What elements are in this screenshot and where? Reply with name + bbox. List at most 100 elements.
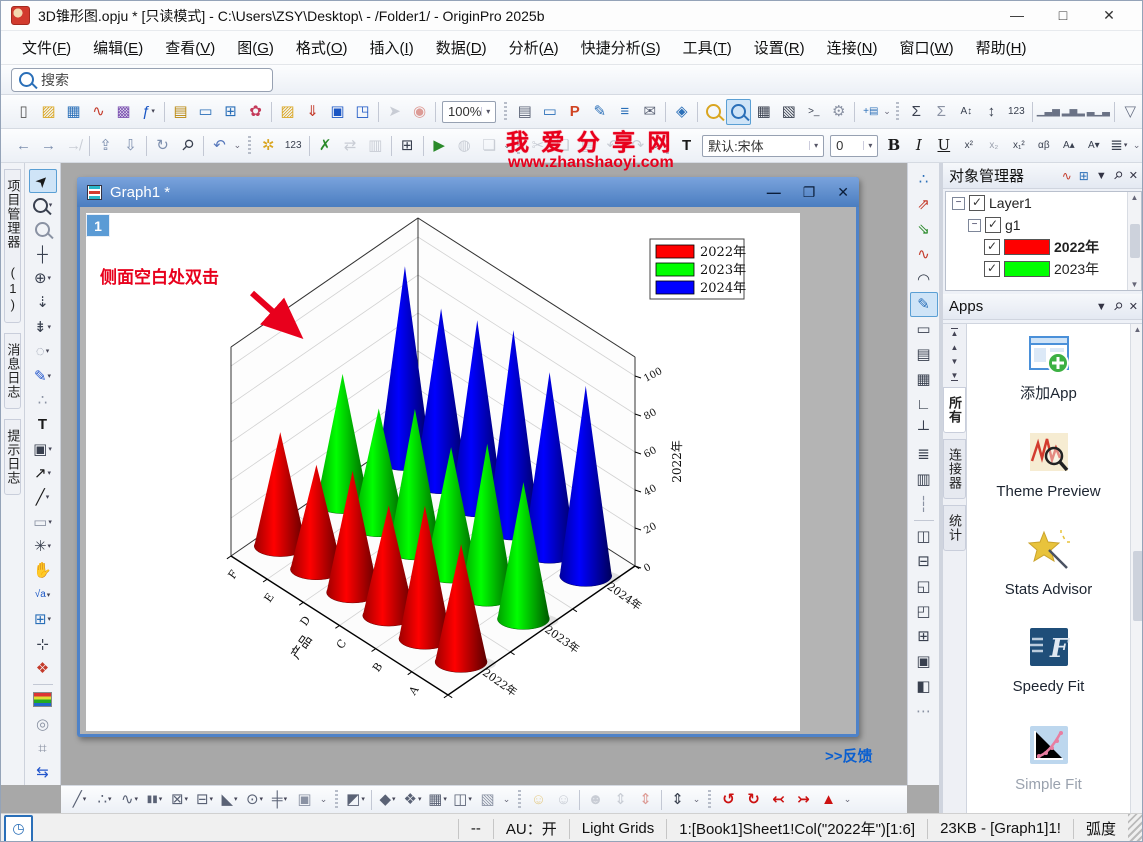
app-item-theme-preview[interactable]: Theme Preview bbox=[979, 430, 1119, 502]
menu-t[interactable]: 工具(T) bbox=[672, 32, 743, 63]
3d-cone-chart[interactable]: ABCDEF产品2022年2023年2024年0204060801002022年… bbox=[86, 213, 800, 731]
rotate-cw-button[interactable]: ↻ bbox=[741, 787, 766, 813]
polar-plot-button[interactable]: ⊙▾ bbox=[242, 787, 267, 813]
resize-grip[interactable] bbox=[1128, 814, 1142, 842]
insert-object-tool[interactable]: ❖ bbox=[29, 656, 57, 680]
new-graph-button[interactable]: ∿ bbox=[86, 99, 111, 125]
chevron-down-icon[interactable]: ▾ bbox=[863, 141, 872, 150]
scroll-down-icon[interactable]: ▼ bbox=[1131, 280, 1139, 289]
chevron-down-icon[interactable]: ▾ bbox=[418, 796, 422, 803]
send-email-button[interactable]: ✉ bbox=[637, 99, 662, 125]
data-filter-button[interactable]: ▽ bbox=[1118, 99, 1143, 125]
data-selector-tool[interactable]: ⇟▾ bbox=[29, 315, 57, 339]
chevron-down-icon[interactable]: ▾ bbox=[135, 796, 139, 803]
draw-curve-button[interactable]: ✎ bbox=[910, 292, 938, 317]
panel-grid-button[interactable]: ▦ bbox=[910, 367, 938, 392]
toolbar-grip[interactable] bbox=[708, 790, 711, 810]
object-manager-scrollbar[interactable]: ▲ ▼ bbox=[1127, 192, 1141, 290]
standard-overflow-icon[interactable]: ⌄ bbox=[883, 106, 891, 117]
set-column-values-button[interactable]: 123 bbox=[1004, 99, 1029, 125]
prev-tab-icon[interactable]: ▲ bbox=[951, 343, 959, 352]
add-layer-icon[interactable]: ⊞ bbox=[1079, 169, 1089, 183]
layer-grid-button[interactable]: ▤ bbox=[910, 342, 938, 367]
line-tool[interactable]: ╱▾ bbox=[29, 486, 57, 510]
new-project-button[interactable]: ▯ bbox=[11, 99, 36, 125]
history-search-icon[interactable]: ◷ bbox=[4, 815, 33, 842]
graph-close-button[interactable]: ✕ bbox=[837, 184, 849, 201]
dock-tab-2[interactable]: 提示日志 bbox=[4, 419, 22, 495]
minimize-button[interactable]: — bbox=[994, 7, 1040, 24]
sort-worksheet-button[interactable]: ↕ bbox=[979, 99, 1004, 125]
axis-scale-button[interactable]: ∟ bbox=[910, 392, 938, 417]
close-button[interactable]: ✕ bbox=[1086, 7, 1132, 24]
box-plot-button[interactable]: ⊟▾ bbox=[192, 787, 217, 813]
scroll-thumb[interactable] bbox=[1130, 224, 1140, 258]
multi-panel-plot-button[interactable]: ⊠▾ bbox=[167, 787, 192, 813]
merge-layers-button[interactable]: ⊟ bbox=[910, 549, 938, 574]
save-project-button[interactable]: ▣ bbox=[325, 99, 350, 125]
data-reader-tool[interactable]: ⊕▾ bbox=[29, 266, 57, 290]
apps-pin-icon[interactable]: ⚲ bbox=[1110, 299, 1125, 314]
layer-properties-button[interactable]: ◧ bbox=[910, 674, 938, 699]
chevron-down-icon[interactable]: ▾ bbox=[108, 796, 112, 803]
menu-a[interactable]: 分析(A) bbox=[498, 32, 570, 63]
menu-s[interactable]: 快捷分析(S) bbox=[570, 32, 672, 63]
statistics-on-columns-button[interactable]: Σ bbox=[904, 99, 929, 125]
script-window-button[interactable]: >_ bbox=[801, 99, 826, 125]
apps-tab-所有[interactable]: 所有 bbox=[943, 387, 966, 433]
extract-layers-button[interactable]: ◱ bbox=[910, 574, 938, 599]
tree-row-Layer1[interactable]: −✓Layer1 bbox=[946, 192, 1141, 214]
scatter-plot-button[interactable]: ∴▾ bbox=[92, 787, 117, 813]
move-data-points-button[interactable]: ⇕ bbox=[608, 787, 633, 813]
zoom-level-select[interactable]: 100%▾ bbox=[442, 101, 496, 123]
tree-row-2022年[interactable]: ✓2022年 bbox=[946, 236, 1141, 258]
rescale-tool[interactable]: ⊹ bbox=[29, 632, 57, 656]
chevron-down-icon[interactable]: ▾ bbox=[185, 796, 189, 803]
pin-window-button[interactable]: ⚲ bbox=[175, 133, 200, 159]
slideshow-button[interactable]: ▭ bbox=[537, 99, 562, 125]
color-palette-tool[interactable] bbox=[29, 688, 57, 712]
add-inset-layer-button[interactable]: ⊞ bbox=[910, 624, 938, 649]
apps-tab-连接器[interactable]: 连接器 bbox=[943, 439, 966, 499]
color-chooser-tool[interactable]: ◎ bbox=[29, 712, 57, 736]
sum-column-button[interactable]: Σ bbox=[929, 99, 954, 125]
visibility-checkbox[interactable]: ✓ bbox=[985, 217, 1001, 233]
new-function-plot-button[interactable]: ƒ▾ bbox=[136, 99, 161, 125]
chevron-down-icon[interactable]: ▾ bbox=[83, 796, 87, 803]
frequency-count-button[interactable]: ▂▅▂ bbox=[1061, 99, 1086, 125]
chevron-down-icon[interactable]: ▾ bbox=[361, 796, 365, 803]
app-item-add-app[interactable]: 添加App bbox=[979, 332, 1119, 404]
rectangle-tool[interactable]: ▭▾ bbox=[29, 510, 57, 534]
remove-bad-points-button[interactable]: ⇕ bbox=[633, 787, 658, 813]
menu-w[interactable]: 窗口(W) bbox=[888, 32, 964, 63]
new-notes-button[interactable]: ▤ bbox=[168, 99, 193, 125]
clear-navigation-button[interactable]: ↛ bbox=[61, 133, 86, 159]
rotation-overflow-icon[interactable]: ⌄ bbox=[841, 794, 854, 805]
insert-equation-tool[interactable]: √a▾ bbox=[29, 583, 57, 607]
menu-o[interactable]: 格式(O) bbox=[285, 32, 359, 63]
graph-restore-button[interactable]: ❐ bbox=[803, 184, 816, 201]
toolbar-grip[interactable] bbox=[896, 102, 899, 122]
chevron-down-icon[interactable]: ▾ bbox=[234, 796, 238, 803]
text-tool[interactable]: T bbox=[29, 413, 57, 437]
find-in-project-button[interactable] bbox=[701, 99, 726, 125]
3d-frame-button[interactable]: ▣ bbox=[292, 787, 317, 813]
chevron-down-icon[interactable]: ▾ bbox=[260, 796, 264, 803]
zoom-all-button[interactable] bbox=[726, 99, 751, 125]
increase-font-button[interactable]: A▴ bbox=[1056, 133, 1081, 159]
rotate-ccw-button[interactable]: ↺ bbox=[716, 787, 741, 813]
chevron-down-icon[interactable]: ▾ bbox=[443, 796, 447, 803]
visibility-checkbox[interactable]: ✓ bbox=[984, 239, 1000, 255]
chevron-down-icon[interactable]: ▾ bbox=[48, 324, 52, 331]
2d-graphs-overflow-icon[interactable]: ⌄ bbox=[317, 794, 330, 805]
navigation-overflow-icon[interactable]: ⌄ bbox=[232, 140, 243, 151]
options-button[interactable]: ⚙ bbox=[826, 99, 851, 125]
3d-surface-plot-button[interactable]: ◩▾ bbox=[343, 787, 368, 813]
sort-az-button[interactable]: A↕ bbox=[954, 99, 979, 125]
graph-page[interactable]: ABCDEF产品2022年2023年2024年0204060801002022年… bbox=[86, 213, 800, 731]
chevron-down-icon[interactable]: ▾ bbox=[48, 543, 52, 550]
visibility-checkbox[interactable]: ✓ bbox=[984, 261, 1000, 277]
image-plot-button[interactable]: ▧ bbox=[475, 787, 500, 813]
chevron-down-icon[interactable]: ▾ bbox=[392, 796, 396, 803]
apps-menu-icon[interactable]: ▼ bbox=[1096, 301, 1107, 313]
